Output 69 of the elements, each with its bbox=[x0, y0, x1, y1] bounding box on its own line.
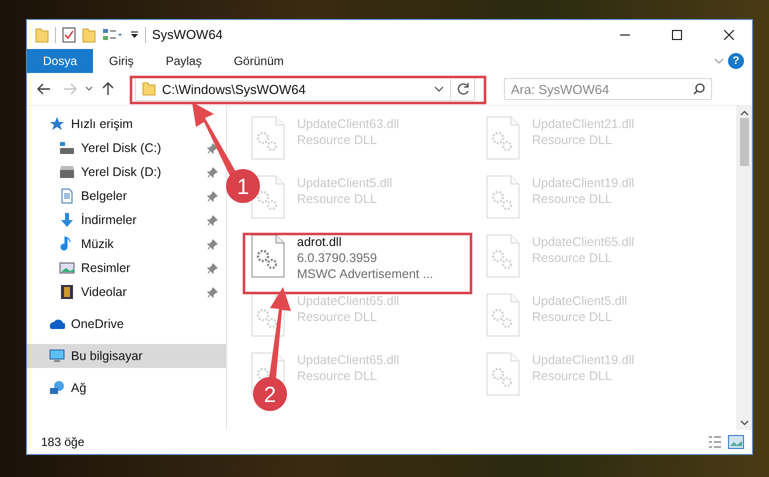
dll-file-icon bbox=[486, 234, 520, 278]
help-button[interactable]: ? bbox=[728, 53, 744, 69]
maximize-icon bbox=[672, 30, 682, 40]
nav-item[interactable]: Yerel Disk (D:) bbox=[27, 160, 226, 184]
dll-file-icon bbox=[486, 293, 520, 337]
forward-arrow-icon bbox=[63, 83, 77, 95]
nav-icon bbox=[49, 380, 65, 396]
folder-icon[interactable] bbox=[35, 26, 49, 42]
folder-icon bbox=[142, 82, 156, 96]
file-detail: 6.0.3790.3959 bbox=[297, 250, 378, 266]
step-number-badge: 2 bbox=[253, 377, 287, 411]
up-arrow-icon bbox=[102, 82, 114, 96]
recent-caret-icon[interactable] bbox=[85, 86, 93, 92]
pin-icon[interactable] bbox=[207, 214, 218, 226]
pin-icon[interactable] bbox=[207, 286, 218, 298]
item-count: 183 öğe bbox=[41, 435, 86, 449]
nav-item[interactable]: Hızlı erişim bbox=[27, 112, 226, 136]
address-field[interactable]: C:\Windows\SysWOW64 bbox=[135, 77, 475, 101]
nav-icon bbox=[59, 212, 75, 228]
dll-file-icon bbox=[486, 116, 520, 160]
nav-item[interactable]: İndirmeler bbox=[27, 208, 226, 232]
properties-icon[interactable] bbox=[102, 26, 124, 42]
pin-icon[interactable] bbox=[207, 238, 218, 250]
nav-icon bbox=[59, 188, 75, 204]
nav-icon bbox=[59, 260, 75, 276]
pin-icon[interactable] bbox=[207, 262, 218, 274]
customize-caret-icon[interactable] bbox=[130, 30, 139, 39]
file-detail: MSWC Advertisement ... bbox=[297, 266, 434, 282]
scroll-down-icon[interactable] bbox=[740, 420, 748, 426]
ribbon-tab[interactable]: Dosya bbox=[27, 49, 94, 73]
nav-item[interactable]: Belgeler bbox=[27, 184, 226, 208]
nav-icon bbox=[49, 348, 65, 364]
nav-item[interactable]: Videolar bbox=[27, 280, 226, 304]
window-title: SysWOW64 bbox=[152, 27, 224, 42]
back-arrow-icon bbox=[37, 83, 51, 95]
step-number-badge: 1 bbox=[226, 169, 260, 203]
nav-item[interactable]: Ağ bbox=[27, 376, 226, 400]
nav-item[interactable]: OneDrive bbox=[27, 312, 226, 336]
nav-icon bbox=[59, 140, 75, 156]
nav-icon bbox=[49, 116, 65, 132]
dll-file-icon bbox=[251, 116, 285, 160]
scroll-thumb[interactable] bbox=[740, 118, 748, 166]
pin-icon[interactable] bbox=[207, 142, 218, 154]
nav-item[interactable]: Resimler bbox=[27, 256, 226, 280]
dll-file-icon bbox=[486, 175, 520, 219]
nav-icon bbox=[59, 284, 75, 300]
details-view-icon[interactable] bbox=[708, 436, 722, 448]
nav-icon bbox=[59, 164, 75, 180]
dll-file-icon bbox=[486, 352, 520, 396]
checklist-icon[interactable] bbox=[62, 26, 76, 42]
scroll-up-icon[interactable] bbox=[740, 110, 748, 116]
nav-item[interactable]: Bu bilgisayar bbox=[27, 344, 226, 368]
close-icon bbox=[724, 30, 734, 40]
nav-item[interactable]: Müzik bbox=[27, 232, 226, 256]
dropdown-caret-icon[interactable] bbox=[434, 86, 444, 92]
ribbon-tab[interactable]: Görünüm bbox=[218, 49, 300, 73]
scrollbar[interactable] bbox=[736, 106, 752, 430]
ribbon-tab[interactable]: Paylaş bbox=[150, 49, 218, 73]
file-name[interactable]: adrot.dll bbox=[297, 234, 434, 250]
folder-icon[interactable] bbox=[82, 26, 96, 42]
large-icons-view-icon[interactable] bbox=[728, 435, 744, 449]
pin-icon[interactable] bbox=[207, 166, 218, 178]
search-field[interactable]: Ara: SysWOW64 bbox=[504, 78, 712, 100]
nav-item[interactable]: Yerel Disk (C:) bbox=[27, 136, 226, 160]
ribbon-tab[interactable]: Giriş bbox=[93, 49, 150, 73]
search-icon bbox=[693, 83, 705, 95]
expand-ribbon-icon[interactable] bbox=[714, 58, 724, 64]
pin-icon[interactable] bbox=[207, 190, 218, 202]
dll-file-icon bbox=[251, 234, 285, 278]
